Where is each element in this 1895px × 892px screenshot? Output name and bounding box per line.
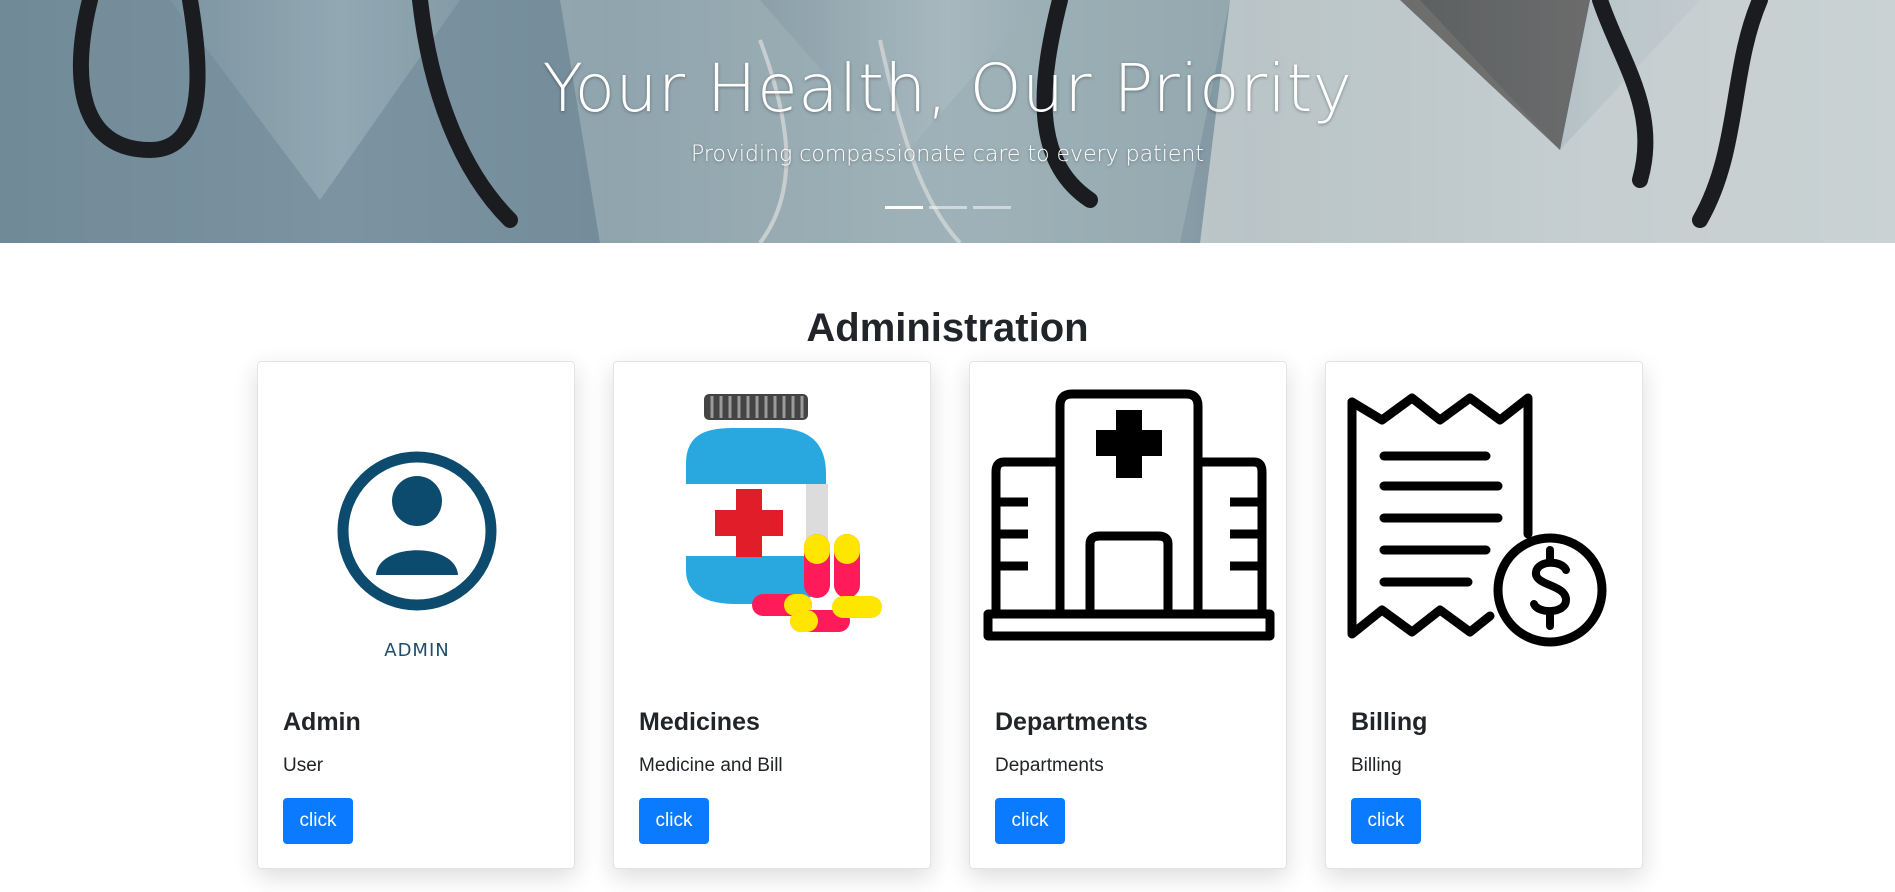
hero-subtitle: Providing compassionate care to every pa…: [691, 142, 1204, 167]
card-text: Billing: [1351, 755, 1402, 776]
card-text: Medicine and Bill: [639, 755, 783, 776]
admin-user-icon: ADMIN: [337, 451, 497, 661]
medicines-click-button[interactable]: click: [639, 798, 709, 844]
carousel-caption: Your Health, Our Priority Providing comp…: [0, 44, 1895, 172]
section-title: Administration: [806, 306, 1089, 350]
departments-click-button[interactable]: click: [995, 798, 1065, 844]
medicine-bottle-icon: [686, 394, 882, 632]
card-title: Billing: [1351, 708, 1428, 736]
card-text: Departments: [995, 755, 1104, 776]
card-body: Medicines Medicine and Bill click: [639, 702, 910, 844]
card-text: User: [283, 755, 324, 776]
card-body: Departments Departments click: [995, 702, 1266, 844]
hero-title: Your Health, Our Priority: [542, 50, 1353, 127]
card-departments: Departments Departments click: [969, 361, 1287, 869]
card-admin: ADMIN Admin User click: [257, 361, 575, 869]
card-medicines: Medicines Medicine and Bill click: [613, 361, 931, 869]
carousel-indicator-2[interactable]: [928, 206, 967, 209]
carousel-indicator-1[interactable]: [884, 206, 923, 209]
receipt-dollar-icon: [1347, 393, 1607, 647]
admin-image-label: ADMIN: [384, 640, 449, 661]
carousel-indicator-3[interactable]: [972, 206, 1011, 209]
admin-click-button[interactable]: click: [283, 798, 353, 844]
card-billing: Billing Billing click: [1325, 361, 1643, 869]
card-title: Medicines: [639, 708, 760, 736]
hospital-building-icon: [983, 389, 1275, 641]
card-title: Departments: [995, 708, 1148, 736]
admin-cards: ADMIN Admin User click Medicines Medicin…: [257, 361, 1643, 869]
card-body: Admin User click: [283, 702, 554, 844]
hero-carousel: Your Health, Our Priority Providing comp…: [0, 0, 1895, 243]
card-body: Billing Billing click: [1351, 702, 1622, 844]
carousel-indicators: [0, 206, 1895, 209]
billing-click-button[interactable]: click: [1351, 798, 1421, 844]
card-title: Admin: [283, 708, 361, 736]
